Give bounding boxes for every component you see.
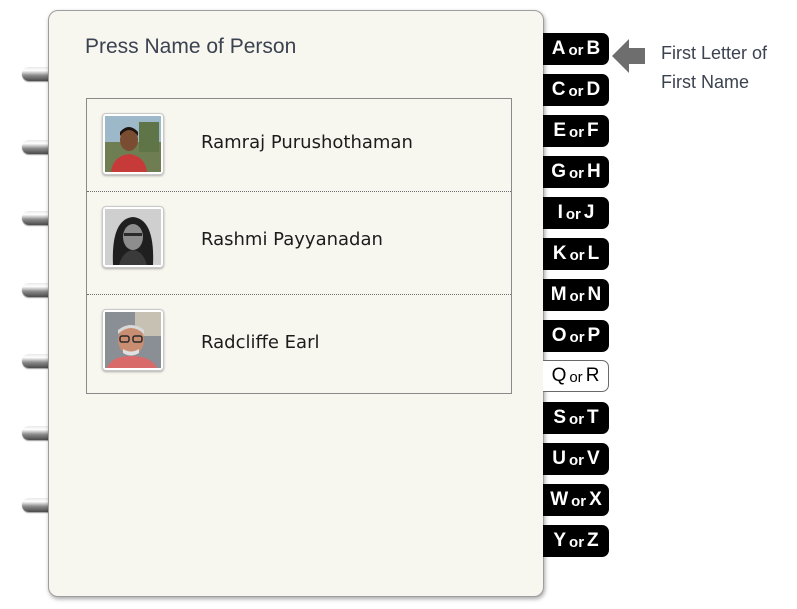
tab-letter: W — [550, 489, 569, 510]
person-photo — [102, 113, 164, 175]
tab-letter: K — [552, 243, 567, 264]
tab-letter: E — [553, 120, 567, 141]
tab-or: or — [565, 205, 581, 223]
tab-letter: Z — [587, 530, 599, 551]
hint-line-2: First Name — [661, 72, 750, 92]
tab-o-or-p[interactable]: Oor P — [543, 320, 609, 352]
tab-or: or — [569, 410, 585, 428]
tab-a-or-b[interactable]: Aor B — [543, 33, 609, 65]
tab-letter: H — [587, 161, 601, 182]
hint-line-1: First Letter of — [661, 43, 768, 63]
notebook-page: Press Name of Person Ramraj Purushothama… — [48, 10, 544, 597]
person-photo — [102, 309, 164, 371]
person-row-rashmi[interactable]: Rashmi Payyanadan — [87, 191, 511, 294]
tab-letter: U — [552, 448, 567, 469]
photo-ramraj — [105, 116, 161, 172]
tab-or: or — [569, 246, 585, 264]
tab-q-or-r[interactable]: Qor R — [543, 360, 609, 392]
tab-letter: J — [583, 202, 595, 223]
tab-s-or-t[interactable]: Sor T — [543, 402, 609, 434]
person-name: Ramraj Purushothaman — [201, 132, 413, 153]
tab-letter: N — [587, 284, 602, 305]
tab-letter: I — [557, 202, 563, 223]
tab-or: or — [568, 41, 584, 59]
tab-letter: P — [587, 325, 601, 346]
hint-text: First Letter of First Name — [661, 39, 791, 97]
tab-letter: G — [551, 161, 567, 182]
tab-y-or-z[interactable]: Yor Z — [543, 525, 609, 557]
left-arrow-icon — [612, 39, 645, 73]
tab-or: or — [569, 287, 585, 305]
tab-m-or-n[interactable]: Mor N — [543, 279, 609, 311]
tab-letter: T — [587, 407, 599, 428]
tab-k-or-l[interactable]: Kor L — [543, 238, 609, 270]
person-row-radcliffe[interactable]: Radcliffe Earl — [87, 294, 511, 393]
person-row-ramraj[interactable]: Ramraj Purushothaman — [87, 99, 511, 191]
tab-letter: V — [587, 448, 600, 469]
tab-e-or-f[interactable]: Eor F — [543, 115, 609, 147]
person-name: Rashmi Payyanadan — [201, 229, 383, 250]
tab-g-or-h[interactable]: Gor H — [543, 156, 609, 188]
tab-or: or — [569, 451, 585, 469]
tab-letter: C — [551, 79, 566, 100]
photo-rashmi — [105, 209, 161, 265]
person-photo — [102, 206, 164, 268]
tab-or: or — [568, 82, 584, 100]
photo-radcliffe — [105, 312, 161, 368]
tab-letter: Y — [553, 530, 567, 551]
tab-letter: Q — [551, 365, 567, 386]
tab-letter: A — [551, 38, 566, 59]
tab-letter: F — [587, 120, 599, 141]
tab-or: or — [569, 533, 585, 551]
tab-u-or-v[interactable]: Uor V — [543, 443, 609, 475]
person-list: Ramraj Purushothaman Rashmi Payyanadan R… — [86, 98, 512, 394]
tab-w-or-x[interactable]: Wor X — [543, 484, 609, 516]
page-title: Press Name of Person — [85, 35, 297, 58]
tab-or: or — [571, 492, 587, 510]
tab-or: or — [569, 123, 585, 141]
tab-or: or — [569, 368, 583, 386]
tab-or: or — [569, 328, 585, 346]
tab-letter: X — [589, 489, 602, 510]
tab-letter: O — [551, 325, 567, 346]
tab-letter: B — [586, 38, 601, 59]
tab-or: or — [569, 164, 585, 182]
tab-letter: S — [553, 407, 567, 428]
tab-c-or-d[interactable]: Cor D — [543, 74, 609, 106]
tab-letter: R — [585, 365, 600, 386]
tab-letter: L — [587, 243, 600, 264]
tab-letter: M — [550, 284, 567, 305]
person-name: Radcliffe Earl — [201, 332, 320, 353]
tab-letter: D — [586, 79, 601, 100]
tab-i-or-j[interactable]: Ior J — [543, 197, 609, 229]
